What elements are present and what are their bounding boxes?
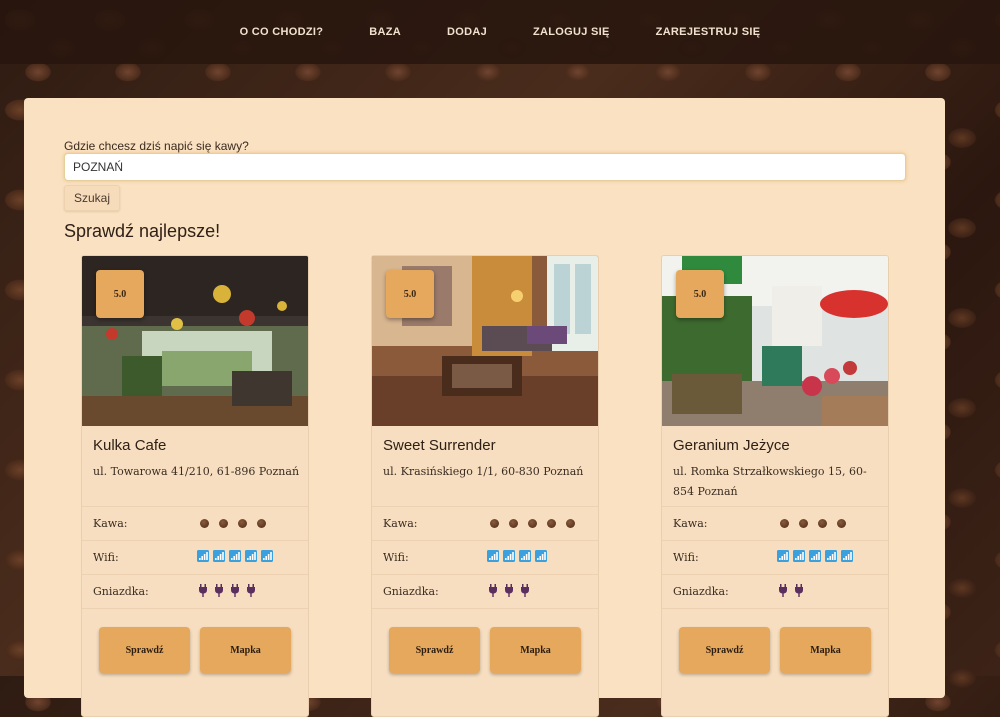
wifi-icon [841,550,853,562]
cafe-address: ul. Romka Strzałkowskiego 15, 60-854 Poz… [673,465,867,498]
nav-link-about[interactable]: O CO CHODZI? [240,26,324,38]
wifi-icon [519,550,531,562]
main-panel: Gdzie chcesz dziś napić się kawy? Szukaj… [24,98,945,717]
cafe-photo[interactable]: 5.0 [372,256,598,426]
cafe-address: ul. Towarowa 41/210, 61-896 Poznań [93,465,300,478]
check-button[interactable]: Sprawdź [679,627,770,673]
wifi-icon [809,550,821,562]
coffee-bean-icon [200,519,209,528]
wifi-icon [793,550,805,562]
coffee-bean-icon [818,519,827,528]
check-button[interactable]: Sprawdź [99,627,190,673]
wifi-icon [213,550,225,562]
plug-icon [247,584,255,597]
cafe-card: 5.0 Kulka Cafe ul. Towarowa 41/210, 61-8… [81,255,309,717]
wifi-rating-row: Wifi: [372,540,598,575]
wifi-label: Wifi: [673,551,699,564]
coffee-icons [777,516,849,531]
wifi-label: Wifi: [93,551,119,564]
cafe-card: 5.0 Geranium Jeżyce ul. Romka Strzałkows… [661,255,889,717]
coffee-icons [487,516,578,531]
rating-badge: 5.0 [96,270,144,318]
coffee-bean-icon [509,519,518,528]
coffee-bean-icon [566,519,575,528]
wifi-icons [197,550,273,562]
plug-icon [795,584,803,597]
wifi-label: Wifi: [383,551,409,564]
wifi-icon [487,550,499,562]
socket-icons [197,584,257,597]
cafe-card: 5.0 Sweet Surrender ul. Krasińskiego 1/1… [371,255,599,717]
coffee-rating-row: Kawa: [372,506,598,541]
wifi-icon [503,550,515,562]
card-actions: Sprawdź Mapka [372,608,598,716]
plug-icon [489,584,497,597]
top-navigation: O CO CHODZI? BAZA DODAJ ZALOGUJ SIĘ ZARE… [0,0,1000,64]
plug-icon [215,584,223,597]
wifi-icon [197,550,209,562]
nav-link-add[interactable]: DODAJ [447,26,487,38]
coffee-icons [197,516,269,531]
coffee-rating-row: Kawa: [82,506,308,541]
plug-icon [521,584,529,597]
wifi-icon [229,550,241,562]
rating-badge: 5.0 [386,270,434,318]
coffee-label: Kawa: [383,517,418,530]
plug-icon [231,584,239,597]
coffee-rating-row: Kawa: [662,506,888,541]
nav-link-register[interactable]: ZAREJESTRUJ SIĘ [656,26,761,38]
coffee-label: Kawa: [673,517,708,530]
coffee-bean-icon [490,519,499,528]
map-button[interactable]: Mapka [490,627,581,673]
sockets-rating-row: Gniazdka: [662,574,888,609]
coffee-bean-icon [257,519,266,528]
cafe-name: Kulka Cafe [93,437,167,454]
coffee-bean-icon [528,519,537,528]
coffee-bean-icon [219,519,228,528]
sockets-label: Gniazdka: [673,585,729,598]
cafe-name: Geranium Jeżyce [673,437,790,454]
cafe-name: Sweet Surrender [383,437,496,454]
plug-icon [779,584,787,597]
wifi-rating-row: Wifi: [82,540,308,575]
card-actions: Sprawdź Mapka [662,608,888,716]
check-button[interactable]: Sprawdź [389,627,480,673]
coffee-bean-icon [780,519,789,528]
coffee-bean-icon [799,519,808,528]
socket-icons [777,584,805,597]
sockets-label: Gniazdka: [383,585,439,598]
coffee-bean-icon [547,519,556,528]
map-button[interactable]: Mapka [200,627,291,673]
socket-icons [487,584,531,597]
nav-link-login[interactable]: ZALOGUJ SIĘ [533,26,610,38]
sockets-rating-row: Gniazdka: [372,574,598,609]
wifi-rating-row: Wifi: [662,540,888,575]
nav-link-database[interactable]: BAZA [369,26,401,38]
wifi-icon [777,550,789,562]
sockets-label: Gniazdka: [93,585,149,598]
rating-badge: 5.0 [676,270,724,318]
wifi-icon [261,550,273,562]
search-label: Gdzie chcesz dziś napić się kawy? [64,139,249,153]
wifi-icons [487,550,547,562]
cafe-address: ul. Krasińskiego 1/1, 60-830 Poznań [383,465,584,478]
plug-icon [505,584,513,597]
map-button[interactable]: Mapka [780,627,871,673]
plug-icon [199,584,207,597]
wifi-icons [777,550,853,562]
wifi-icon [535,550,547,562]
wifi-icon [245,550,257,562]
cafe-photo[interactable]: 5.0 [662,256,888,426]
section-title: Sprawdź najlepsze! [64,221,221,241]
search-input[interactable] [64,153,906,181]
card-actions: Sprawdź Mapka [82,608,308,716]
wifi-icon [825,550,837,562]
search-button[interactable]: Szukaj [64,185,121,211]
coffee-label: Kawa: [93,517,128,530]
sockets-rating-row: Gniazdka: [82,574,308,609]
coffee-bean-icon [238,519,247,528]
cafe-photo[interactable]: 5.0 [82,256,308,426]
coffee-bean-icon [837,519,846,528]
